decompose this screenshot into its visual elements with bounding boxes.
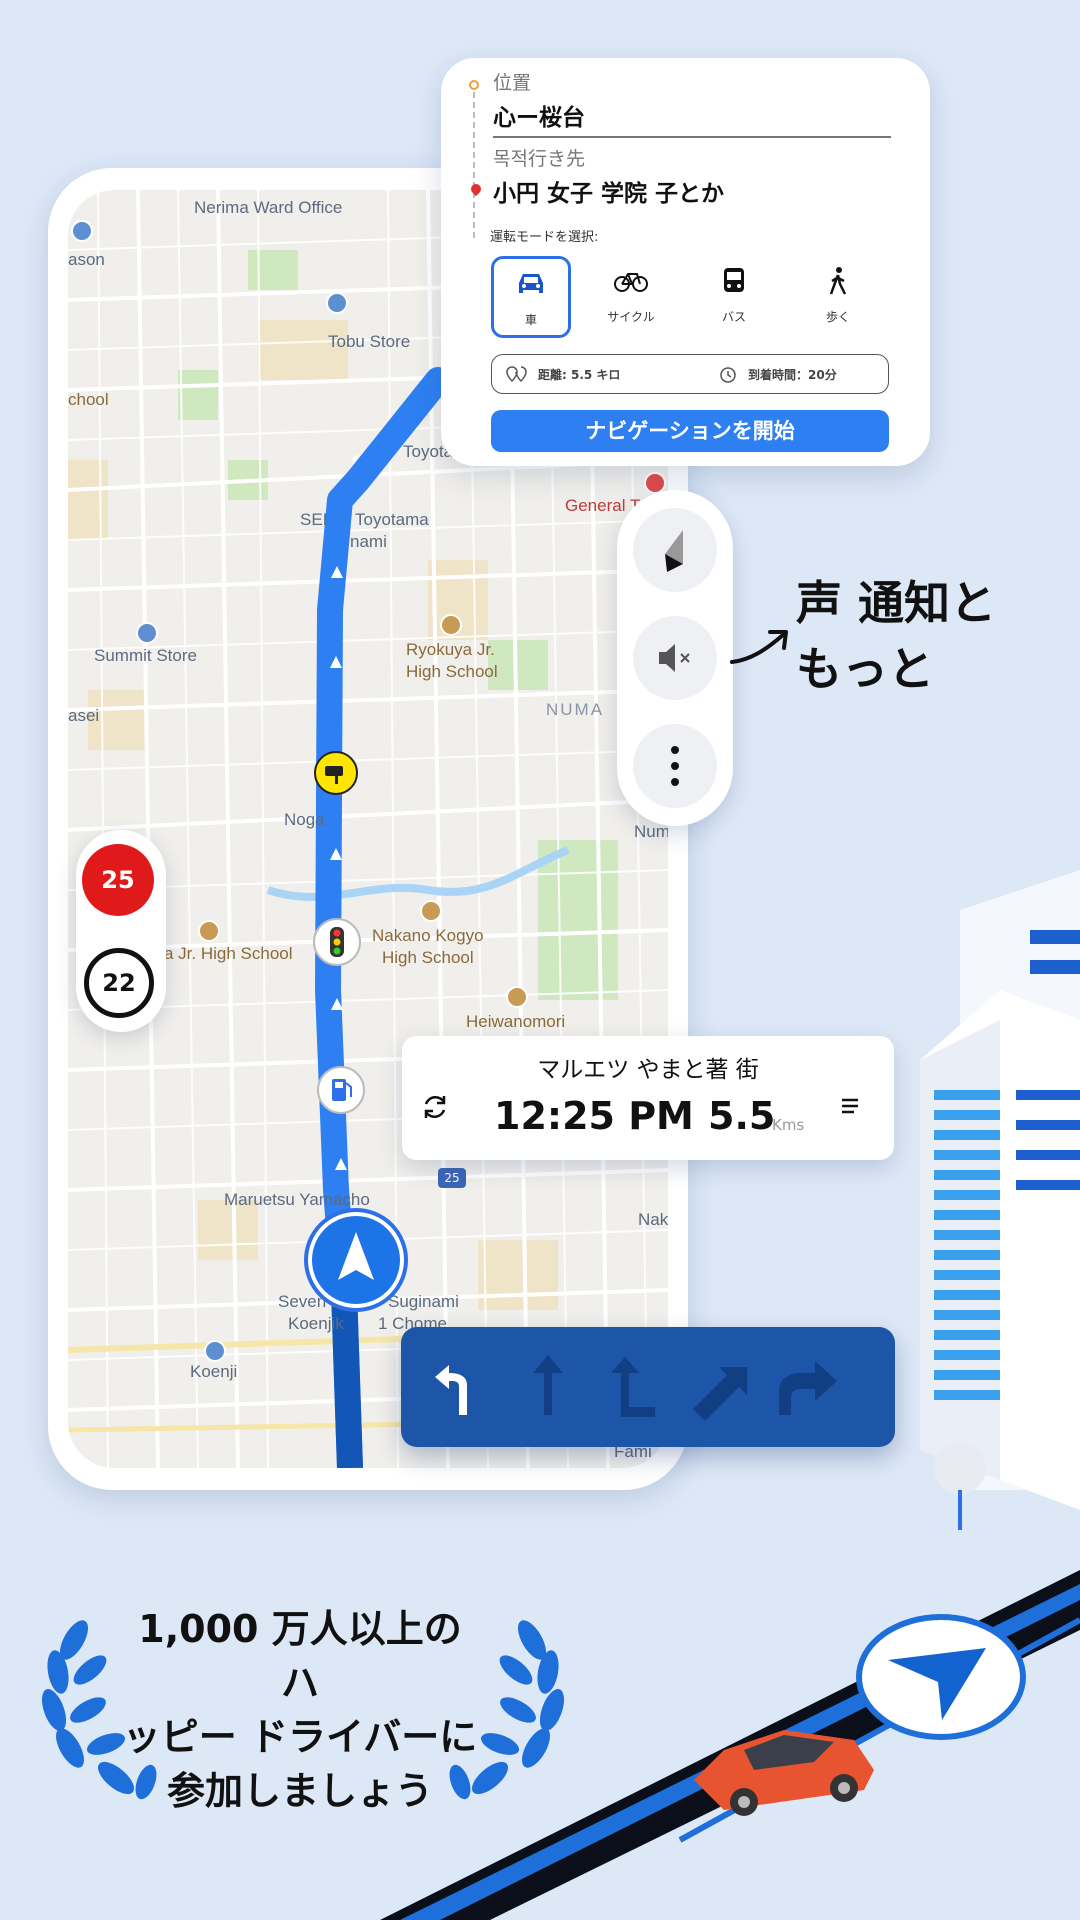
- map-label: Ryokuya Jr.: [406, 640, 495, 659]
- compass-button[interactable]: [633, 508, 717, 592]
- map-label: Noga: [284, 810, 325, 829]
- callout-line: もっと: [796, 642, 934, 696]
- map-label: Koenjik: [288, 1314, 344, 1333]
- compass-icon: [665, 530, 683, 572]
- slight-right-icon: [693, 1367, 747, 1421]
- tagline: 1,000 万人以上のハ ッピー ドライバーに 参加しましょう: [120, 1602, 480, 1818]
- park-icon: [506, 986, 528, 1008]
- car-icon: [519, 274, 543, 293]
- store-icon: [326, 292, 348, 314]
- map-label: Toyotama: [355, 510, 429, 529]
- pointer-arrow-icon: [730, 630, 788, 664]
- speed-camera-icon: [314, 751, 358, 795]
- map-controls: [617, 490, 733, 826]
- map-label: Nakano Kogyo: [372, 926, 484, 945]
- map-label: Tobu Store: [328, 332, 411, 351]
- map-label: SEI: [300, 510, 328, 529]
- reroute-icon[interactable]: [418, 1090, 452, 1124]
- speed-panel: 25 22: [76, 830, 166, 1032]
- destination-pin-icon: [468, 181, 484, 197]
- eta-destination: マルエツ やまと著 街: [537, 1057, 759, 1083]
- mode-label: サイクル: [607, 310, 655, 324]
- origin-label: 位置: [493, 72, 532, 94]
- origin-pin-icon: [469, 80, 479, 90]
- distance-pin-icon: [506, 366, 527, 383]
- map-label: Summit Store: [94, 646, 197, 665]
- menu-icon[interactable]: [836, 1090, 866, 1120]
- mode-label: 歩く: [825, 310, 850, 324]
- arrival-text: 到着時間：20分: [748, 368, 837, 382]
- more-button[interactable]: [633, 724, 717, 808]
- navigation-arrow-icon: [856, 1614, 1026, 1740]
- tagline-line: 1,000 万人以上のハ: [138, 1607, 462, 1705]
- speed-limit-badge: 25: [82, 844, 154, 916]
- trip-info-pill: 距離: 5.5 キロ 到着時間：20分: [491, 354, 889, 394]
- traffic-light-icon: [313, 918, 361, 966]
- eta-card: マルエツ やまと著 街 12:25 PM 5.5 Kms: [402, 1036, 894, 1160]
- mute-icon: [659, 644, 690, 672]
- start-navigation-button[interactable]: ナビゲーションを開始: [491, 410, 889, 452]
- distance-text: 距離: 5.5 キロ: [538, 368, 621, 382]
- store-icon: [71, 220, 93, 242]
- mode-bicycle-button[interactable]: サイクル: [591, 256, 671, 338]
- store-icon: [136, 622, 158, 644]
- route-connector: [473, 92, 475, 238]
- bus-icon: [724, 268, 744, 292]
- current-location-icon: [304, 1208, 408, 1312]
- destination-label: 목적行き先: [493, 148, 585, 170]
- school-icon: [198, 920, 220, 942]
- bicycle-icon: [614, 273, 648, 292]
- divider: [493, 136, 891, 138]
- clock-icon: [720, 367, 736, 383]
- tagline-line: ッピー ドライバーに: [122, 1715, 478, 1759]
- turn-lanes-bar: [401, 1327, 895, 1447]
- car-illustration: [694, 1730, 874, 1816]
- map-label: High School: [382, 948, 474, 967]
- station-icon: [204, 1340, 226, 1362]
- school-icon: [440, 614, 462, 636]
- map-label: chool: [68, 390, 109, 409]
- map-label: nami: [350, 532, 387, 551]
- fuel-station-icon: [317, 1066, 365, 1114]
- map-label: High School: [406, 662, 498, 681]
- mute-button[interactable]: [633, 616, 717, 700]
- map-label: Nerima Ward Office: [194, 198, 343, 217]
- map-label: ason: [68, 250, 105, 269]
- mode-label: 車: [524, 313, 537, 327]
- map-label: Koenji: [190, 1362, 238, 1381]
- u-turn-icon: [611, 1357, 655, 1417]
- map-label: NUMA: [546, 700, 605, 719]
- straight-arrow-icon: [533, 1355, 563, 1415]
- walk-icon: [829, 267, 847, 295]
- school-icon: [420, 900, 442, 922]
- current-speed-badge: 22: [84, 948, 154, 1018]
- distance-unit: Kms: [772, 1116, 805, 1134]
- turn-left-icon: [435, 1365, 467, 1415]
- origin-input[interactable]: 心ー桜台: [493, 98, 585, 132]
- arrival-time: 12:25 PM: [494, 1094, 694, 1138]
- mode-car-button[interactable]: 車: [491, 256, 571, 338]
- more-vertical-icon: [671, 746, 679, 786]
- mode-label: バス: [721, 310, 746, 324]
- map-label: Nak: [638, 1210, 668, 1229]
- turn-right-icon: [779, 1361, 837, 1415]
- map-label: Heiwanomori: [466, 1012, 566, 1031]
- map-label: Maruetsu Yamacho: [224, 1190, 370, 1209]
- callout-line: 声 通知と: [796, 576, 997, 630]
- mode-walk-button[interactable]: 歩く: [798, 256, 878, 338]
- map-label: Num: [634, 822, 668, 841]
- building-illustration: [920, 870, 1080, 1530]
- route-card: 位置 心ー桜台 목적行き先 小円 女子 学院 子とか 運転モードを選択: 車 サ…: [441, 58, 930, 466]
- mode-bus-button[interactable]: バス: [694, 256, 774, 338]
- map-label: asei: [68, 706, 100, 725]
- remaining-distance: 5.5: [708, 1094, 776, 1138]
- destination-input[interactable]: 小円 女子 学院 子とか: [493, 174, 724, 208]
- tagline-line: 参加しましょう: [166, 1769, 433, 1813]
- mode-title: 運転モードを選択:: [490, 230, 599, 245]
- map-label: a Jr. High School: [164, 944, 293, 963]
- route-number-badge: 25: [438, 1168, 466, 1188]
- voice-feature-callout: 声 通知と もっと: [796, 570, 996, 702]
